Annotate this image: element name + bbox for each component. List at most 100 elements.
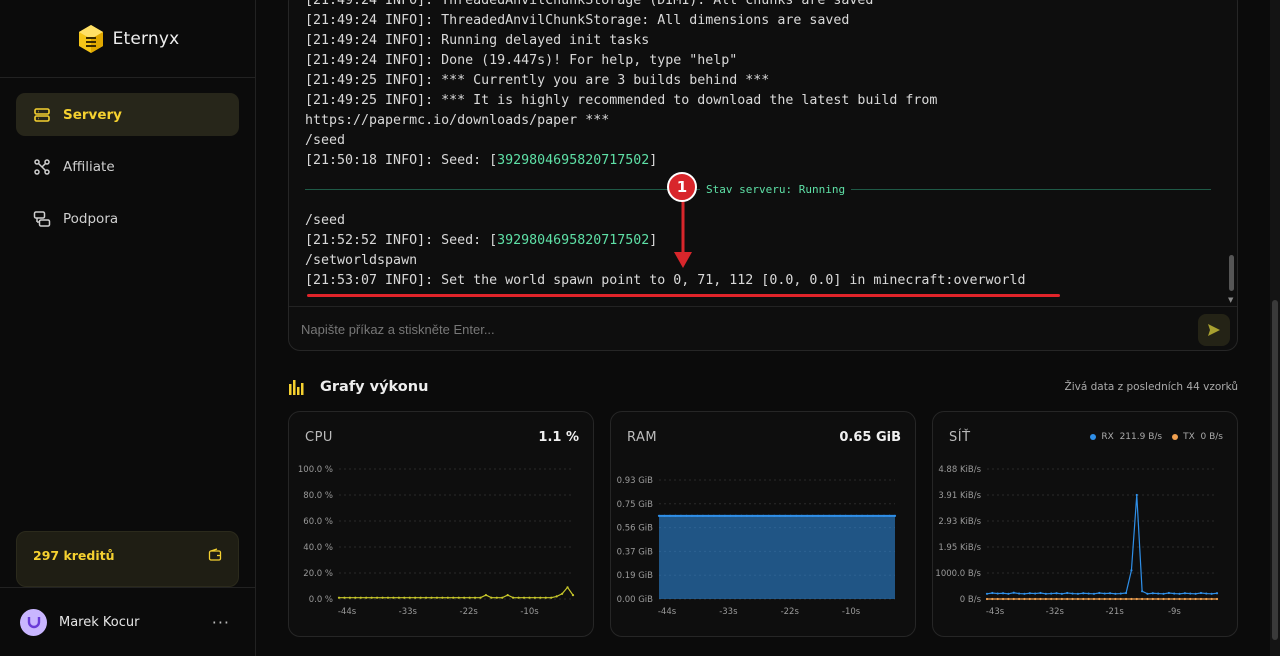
data-point — [397, 596, 400, 599]
data-point — [1034, 597, 1037, 601]
data-point — [762, 514, 765, 517]
annotation-badge: 1 — [667, 172, 697, 202]
data-point — [403, 596, 406, 599]
data-point — [370, 596, 373, 599]
data-point — [1146, 597, 1149, 601]
data-point — [1173, 592, 1176, 595]
data-point — [430, 596, 433, 599]
data-point — [679, 514, 683, 517]
data-point — [1098, 597, 1101, 601]
x-tick-label: -22s — [781, 607, 800, 617]
cpu-chart-card: CPU 1.1 % 100.0 % 80.0 % 60.0 % 40.0 % 20.0 … — [288, 411, 594, 637]
series-line-rx — [986, 494, 1218, 595]
y-tick-label: 0.93 GiB — [617, 476, 654, 486]
seed-value: 3929804695820717502 — [497, 233, 650, 248]
data-point — [1076, 597, 1080, 601]
data-point — [745, 514, 748, 517]
console-line: /seed — [305, 213, 346, 228]
console-scroll-thumb[interactable] — [1229, 255, 1234, 291]
data-point — [685, 514, 688, 517]
seed-prefix: [21:50:18 INFO]: Seed: [ — [305, 153, 498, 168]
console-line: [21:50:18 INFO]: Seed: [3929804695820717… — [305, 151, 1215, 171]
data-point — [512, 596, 515, 599]
data-point — [795, 514, 798, 517]
data-point — [381, 596, 384, 599]
console-line: [21:49:24 INFO]: Running delayed init ta… — [305, 33, 650, 48]
sidebar-item-servery[interactable]: Servery — [16, 93, 239, 136]
y-tick-label: 100.0 % — [298, 465, 333, 475]
console-scrollbar[interactable]: ▼ — [1227, 0, 1236, 306]
scroll-down-icon[interactable]: ▼ — [1228, 296, 1233, 304]
console-line: [21:53:07 INFO]: Set the world spawn poi… — [305, 273, 1026, 288]
credits-label: 297 kreditů — [33, 548, 115, 563]
data-point — [533, 596, 537, 599]
sidebar-nav: Servery Affiliate Podpora — [16, 93, 239, 249]
page-scroll-thumb[interactable] — [1272, 300, 1278, 640]
data-point — [1023, 597, 1026, 601]
credits-box[interactable]: 297 kreditů — [16, 531, 239, 587]
data-point — [833, 514, 836, 517]
x-tick-label: -22s — [460, 607, 479, 617]
console-line: [21:49:24 INFO]: ThreadedAnvilChunkStora… — [305, 0, 874, 8]
wallet-icon — [208, 548, 222, 561]
user-profile[interactable]: Marek Kocur ··· — [0, 587, 256, 656]
data-point — [1092, 592, 1096, 595]
user-menu-button[interactable]: ··· — [212, 613, 230, 632]
y-tick-label: 1000.0 B/s — [935, 569, 981, 579]
data-point — [561, 592, 564, 595]
y-tick-label: 0.56 GiB — [617, 524, 654, 534]
data-point — [1114, 597, 1117, 601]
data-point — [1103, 597, 1106, 601]
seed-prefix: [21:52:52 INFO]: Seed: [ — [305, 233, 498, 248]
charts-subtitle: Živá data z posledních 44 vzorků — [1064, 381, 1238, 393]
network-chart-card: SÍŤ RX 211.9 B/s TX 0 B/s 4.88 KiB/s 3.91… — [932, 411, 1238, 637]
data-point — [1028, 597, 1031, 601]
send-command-button[interactable] — [1198, 314, 1230, 346]
sidebar-item-podpora[interactable]: Podpora — [16, 197, 239, 240]
data-point — [701, 514, 705, 517]
brand-logo[interactable]: Eternyx — [0, 0, 256, 78]
data-point — [1205, 597, 1208, 601]
data-point — [1001, 597, 1005, 601]
data-point — [871, 514, 875, 517]
avatar — [20, 608, 47, 636]
page-scrollbar[interactable] — [1270, 0, 1280, 656]
data-point — [1050, 597, 1053, 601]
y-tick-label: 20.0 % — [303, 569, 333, 579]
data-point — [501, 596, 504, 599]
data-point — [1039, 597, 1042, 601]
data-point — [1023, 592, 1026, 595]
sidebar-item-label: Affiliate — [63, 158, 115, 175]
data-point — [877, 514, 880, 517]
data-point — [860, 514, 864, 517]
data-point — [696, 514, 699, 517]
cpu-chart: 100.0 % 80.0 % 60.0 % 40.0 % 20.0 % 0.0 % -44s… — [298, 465, 575, 617]
data-point — [1183, 597, 1187, 601]
data-point — [734, 514, 737, 517]
data-point — [668, 514, 672, 517]
data-point — [446, 596, 449, 599]
bars-chart-icon — [289, 380, 304, 395]
server-console: [21:49:24 INFO]: ThreadedAnvilChunkStora… — [288, 0, 1238, 351]
y-tick-label: 60.0 % — [303, 517, 333, 527]
ram-chart: 0.93 GiB 0.75 GiB 0.56 GiB 0.37 GiB 0.19 GiB… — [617, 476, 897, 617]
sidebar-item-affiliate[interactable]: Affiliate — [16, 145, 239, 188]
seed-value: 3929804695820717502 — [497, 153, 650, 168]
data-point — [348, 596, 351, 599]
data-point — [1135, 597, 1138, 601]
data-point — [1119, 597, 1122, 601]
data-point — [1012, 597, 1015, 601]
data-point — [828, 514, 831, 517]
data-point — [729, 514, 732, 517]
seed-suffix: ] — [649, 153, 658, 168]
data-point — [1215, 592, 1219, 595]
command-input[interactable] — [301, 321, 1237, 337]
user-name: Marek Kocur — [59, 614, 140, 630]
data-point — [424, 596, 428, 599]
data-point — [1055, 597, 1058, 601]
data-point — [811, 514, 814, 517]
data-point — [1060, 592, 1063, 595]
x-tick-label: -33s — [399, 607, 418, 617]
network-icon — [34, 158, 50, 175]
data-point — [1124, 597, 1128, 601]
